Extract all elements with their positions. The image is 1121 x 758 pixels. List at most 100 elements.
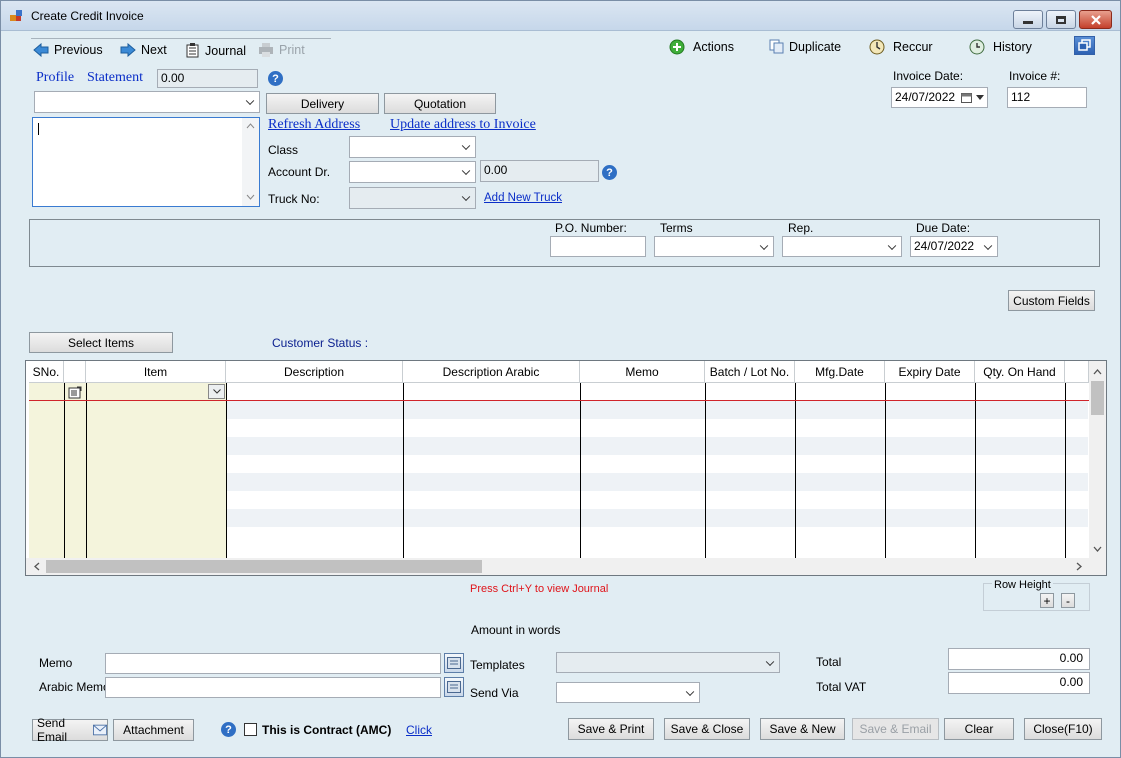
update-address-link[interactable]: Update address to Invoice xyxy=(390,117,536,133)
row-height-label: Row Height xyxy=(992,579,1053,591)
class-dropdown[interactable] xyxy=(349,136,476,158)
custom-fields-button[interactable]: Custom Fields xyxy=(1008,290,1095,311)
select-items-button[interactable]: Select Items xyxy=(29,332,173,353)
invoice-date-value: 24/07/2022 xyxy=(895,90,956,104)
quotation-button[interactable]: Quotation xyxy=(384,93,496,114)
class-label: Class xyxy=(268,143,299,157)
customer-balance-field: 0.00 xyxy=(157,69,258,88)
due-date-picker[interactable]: 24/07/2022 xyxy=(910,236,998,257)
close-f10-button[interactable]: Close(F10) xyxy=(1024,718,1102,740)
history-button[interactable]: History xyxy=(969,39,1032,55)
next-button[interactable]: Next xyxy=(120,43,167,57)
row-height-decrease-button[interactable]: - xyxy=(1061,593,1075,608)
column-header-mfg-date[interactable]: Mfg.Date xyxy=(795,361,885,383)
row-height-increase-button[interactable]: + xyxy=(1040,593,1054,608)
refresh-address-link[interactable]: Refresh Address xyxy=(268,117,360,133)
column-header-blank[interactable] xyxy=(64,361,86,383)
customer-dropdown[interactable] xyxy=(34,91,260,113)
maximize-button[interactable] xyxy=(1046,10,1076,29)
column-header-memo[interactable]: Memo xyxy=(580,361,705,383)
previous-button[interactable]: Previous xyxy=(33,43,103,57)
account-help-icon[interactable]: ? xyxy=(602,165,617,180)
invoice-date-picker[interactable]: 24/07/2022 xyxy=(891,87,988,108)
restore-layout-button[interactable] xyxy=(1074,36,1095,55)
profile-link[interactable]: Profile xyxy=(36,70,74,86)
column-divider xyxy=(403,383,404,558)
attachment-button[interactable]: Attachment xyxy=(113,719,194,741)
send-email-button[interactable]: Send Email xyxy=(32,716,108,744)
column-header-description[interactable]: Description xyxy=(226,361,403,383)
arabic-memo-field[interactable] xyxy=(105,677,441,698)
total-label: Total xyxy=(816,655,842,669)
contract-help-icon[interactable]: ? xyxy=(221,722,236,737)
duplicate-button[interactable]: Duplicate xyxy=(769,39,841,54)
column-header-item[interactable]: Item xyxy=(86,361,226,383)
send-via-label: Send Via xyxy=(470,686,519,700)
memo-keyboard-button[interactable] xyxy=(444,653,464,673)
memo-field[interactable] xyxy=(105,653,441,674)
invoice-number-field[interactable]: 112 xyxy=(1007,87,1087,108)
actions-button[interactable]: Actions xyxy=(669,39,734,55)
close-icon xyxy=(1090,14,1101,25)
column-header-batch-lot[interactable]: Batch / Lot No. xyxy=(705,361,795,383)
address-textarea[interactable] xyxy=(32,117,260,207)
po-number-field[interactable] xyxy=(550,236,646,257)
po-number-label: P.O. Number: xyxy=(555,221,627,235)
templates-dropdown[interactable] xyxy=(556,652,780,673)
column-header-description-arabic[interactable]: Description Arabic xyxy=(403,361,580,383)
reccur-button[interactable]: Reccur xyxy=(869,39,933,55)
column-divider xyxy=(64,383,65,558)
add-new-truck-link[interactable]: Add New Truck xyxy=(484,192,562,204)
chevron-up-icon xyxy=(1093,369,1102,375)
save-print-button[interactable]: Save & Print xyxy=(568,718,654,740)
column-divider xyxy=(975,383,976,558)
address-scrollbar[interactable] xyxy=(242,118,259,206)
journal-button[interactable]: Journal xyxy=(186,43,246,58)
items-grid[interactable]: SNo. Item Description Description Arabic… xyxy=(25,360,1107,576)
item-dropdown-button[interactable] xyxy=(208,384,225,399)
memo-label: Memo xyxy=(39,656,73,670)
save-close-button[interactable]: Save & Close xyxy=(664,718,750,740)
close-window-button[interactable] xyxy=(1079,10,1112,29)
grid-vertical-scrollbar[interactable] xyxy=(1089,361,1106,558)
save-email-button[interactable]: Save & Email xyxy=(852,718,939,740)
vertical-scroll-thumb[interactable] xyxy=(1091,381,1104,415)
clear-button[interactable]: Clear xyxy=(944,718,1014,740)
grid-horizontal-scrollbar[interactable] xyxy=(26,558,1106,575)
account-dropdown[interactable] xyxy=(349,161,476,183)
terms-label: Terms xyxy=(660,221,693,235)
rep-label: Rep. xyxy=(788,221,814,235)
statement-link[interactable]: Statement xyxy=(87,70,143,86)
arabic-memo-label: Arabic Memo xyxy=(39,680,110,694)
minimize-button[interactable] xyxy=(1013,10,1043,29)
window-restore-icon xyxy=(1078,39,1091,51)
grid-row-stripe xyxy=(226,473,1088,491)
horizontal-scroll-thumb[interactable] xyxy=(46,560,482,573)
column-divider xyxy=(705,383,706,558)
journal-label: Journal xyxy=(205,43,246,58)
save-new-button[interactable]: Save & New xyxy=(760,718,845,740)
contract-checkbox[interactable] xyxy=(244,723,257,736)
help-icon[interactable]: ? xyxy=(268,71,283,86)
grid-row-stripe xyxy=(226,509,1088,527)
grid-row-stripe xyxy=(226,437,1088,455)
click-link[interactable]: Click xyxy=(406,723,432,737)
column-header-qty-on-hand[interactable]: Qty. On Hand xyxy=(975,361,1065,383)
print-button[interactable]: Print xyxy=(258,43,305,57)
delivery-button[interactable]: Delivery xyxy=(266,93,379,114)
column-header-expiry-date[interactable]: Expiry Date xyxy=(885,361,975,383)
chevron-left-icon xyxy=(34,562,40,571)
item-lookup-icon[interactable] xyxy=(68,386,83,399)
arrow-right-icon xyxy=(120,43,136,57)
chevron-up-icon xyxy=(246,123,255,129)
column-header-extra[interactable] xyxy=(1065,361,1089,383)
text-caret xyxy=(38,123,39,135)
total-vat-field: 0.00 xyxy=(948,672,1090,694)
arabic-memo-keyboard-button[interactable] xyxy=(444,677,464,697)
column-header-sno[interactable]: SNo. xyxy=(29,361,64,383)
column-divider xyxy=(86,383,87,558)
rep-dropdown[interactable] xyxy=(782,236,902,257)
terms-dropdown[interactable] xyxy=(654,236,774,257)
send-via-dropdown[interactable] xyxy=(556,682,700,703)
truck-dropdown[interactable] xyxy=(349,187,476,209)
